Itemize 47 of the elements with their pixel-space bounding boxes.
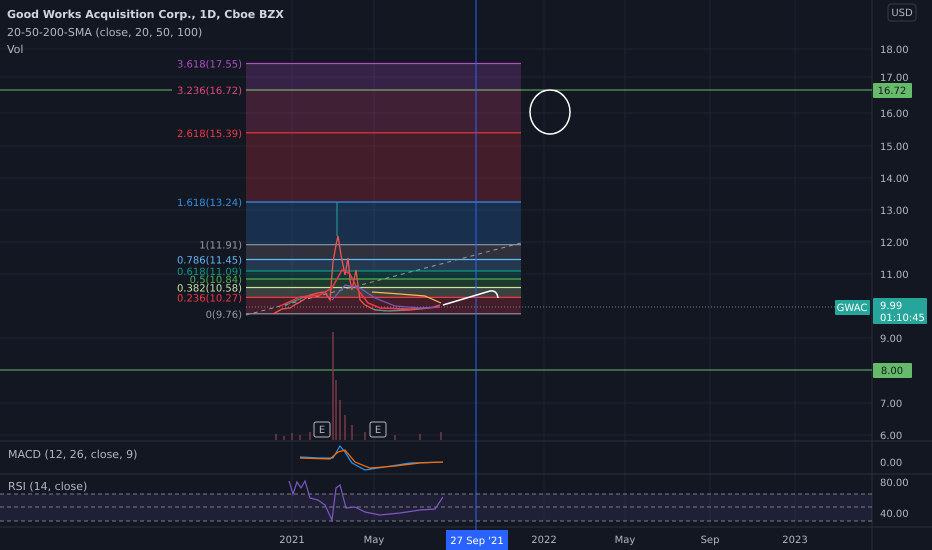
axis-tick-label: 7.00 (880, 399, 902, 410)
axis-tick-label: 9.00 (880, 334, 902, 345)
indicator-label: 20-50-200-SMA (close, 20, 50, 100) (7, 26, 202, 39)
axis-tick-label: 80.00 (880, 478, 909, 489)
chart-title: Good Works Acquisition Corp., 1D, Cboe BZX (7, 8, 284, 21)
fib-level-label: 0.236(10.27) (176, 293, 242, 304)
axis-tick-label: 15.00 (880, 142, 909, 153)
time-axis-label: 2021 (279, 535, 305, 546)
fib-level-label: 0.786(11.45) (176, 256, 242, 266)
axis-tick-label: 11.00 (880, 270, 909, 281)
price-level-badge: 16.72 (873, 83, 912, 98)
macd-label: MACD (12, 26, close, 9) (8, 448, 138, 461)
fib-level-label: 3.236(16.72) (176, 86, 242, 97)
fib-level-label: 3.618(17.55) (176, 60, 242, 70)
axis-tick-label: 6.00 (880, 431, 902, 442)
earnings-marker[interactable]: E (370, 422, 386, 438)
axis-tick-label: 0.00 (880, 458, 902, 469)
time-axis-label: 2022 (531, 535, 557, 546)
price-level-badge: 8.00 (873, 363, 912, 378)
axis-tick-label: 16.00 (880, 109, 909, 120)
currency-badge[interactable]: USD (888, 4, 916, 22)
time-axis-label: 2023 (782, 535, 808, 546)
rsi-label: RSI (14, close) (8, 480, 88, 493)
axis-tick-label: 12.00 (880, 238, 909, 249)
axis-tick-label: 17.00 (880, 73, 909, 84)
earnings-marker[interactable]: E (314, 422, 330, 438)
cursor-date-badge (446, 530, 508, 550)
last-price-badge (873, 298, 927, 324)
volume-label: Vol (7, 43, 24, 56)
ticker-badge: GWAC (835, 300, 870, 315)
axis-tick-label: 14.00 (880, 174, 909, 185)
last-price-label: 9.99 (880, 301, 902, 312)
fib-level-label: 0.382(10.58) (176, 284, 242, 294)
time-axis-label: May (614, 535, 636, 546)
fib-level-label: 0.618(11.09) (176, 267, 242, 278)
fib-level-label: 1.618(13.24) (176, 198, 242, 209)
axis-tick-label: 40.00 (880, 509, 909, 520)
fib-level-label: 0(9.76) (206, 310, 242, 321)
countdown-label: 01:10:45 (880, 313, 925, 324)
fib-level-label: 2.618(15.39) (176, 128, 242, 140)
circle-drawing (529, 89, 571, 135)
axis-tick-label: 13.00 (880, 206, 909, 217)
time-axis-label: May (364, 535, 384, 546)
fib-level-label: 1(11.91) (199, 240, 242, 252)
cursor-date-label: 27 Sep '21 (450, 536, 504, 547)
axis-tick-label: 18.00 (880, 45, 909, 56)
time-axis-label: Sep (700, 535, 720, 546)
